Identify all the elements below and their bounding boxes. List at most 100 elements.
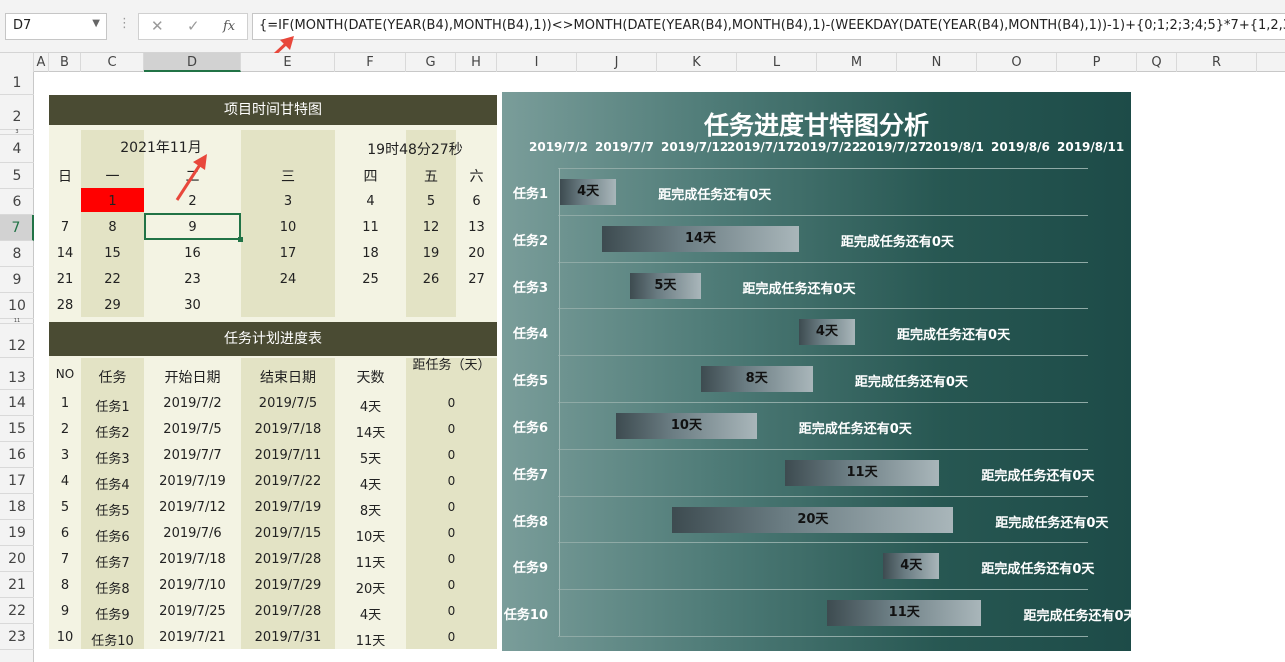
td-end[interactable]: 2019/7/31 (241, 630, 335, 645)
fill-handle[interactable] (238, 237, 243, 242)
cal-day[interactable]: 19 (406, 246, 456, 261)
cal-day[interactable]: 22 (81, 272, 144, 287)
cal-day[interactable]: 12 (406, 220, 456, 235)
td-start[interactable]: 2019/7/25 (144, 604, 241, 619)
cal-day[interactable]: 26 (406, 272, 456, 287)
td-no[interactable]: 4 (49, 474, 81, 489)
cal-day[interactable]: 3 (241, 194, 335, 209)
td-task[interactable]: 任务6 (81, 526, 144, 545)
td-start[interactable]: 2019/7/7 (144, 448, 241, 463)
td-days[interactable]: 4天 (335, 474, 406, 493)
td-start[interactable]: 2019/7/21 (144, 630, 241, 645)
td-task[interactable]: 任务2 (81, 422, 144, 441)
td-no[interactable]: 8 (49, 578, 81, 593)
td-days[interactable]: 10天 (335, 526, 406, 545)
gantt-bar[interactable]: 4天 (798, 319, 856, 346)
td-days[interactable]: 4天 (335, 396, 406, 415)
cal-day[interactable]: 8 (81, 220, 144, 235)
cal-day[interactable]: 28 (49, 298, 81, 313)
td-days[interactable]: 4天 (335, 604, 406, 623)
row-header-22[interactable]: 22 (0, 598, 34, 624)
td-task[interactable]: 任务10 (81, 630, 144, 649)
gantt-bar[interactable]: 11天 (784, 459, 940, 486)
td-start[interactable]: 2019/7/10 (144, 578, 241, 593)
row-header-13[interactable]: 13 (0, 358, 34, 390)
row-header-15[interactable]: 15 (0, 416, 34, 442)
cal-day[interactable]: 4 (335, 194, 406, 209)
row-header-4[interactable]: 4 (0, 135, 34, 163)
td-end[interactable]: 2019/7/28 (241, 604, 335, 619)
gantt-chart[interactable]: 任务进度甘特图分析 2019/7/2 2019/7/7 2019/7/12 2019/… (502, 92, 1137, 651)
td-remaining[interactable]: 0 (406, 448, 497, 462)
row-header-19[interactable]: 19 (0, 520, 34, 546)
row-header-6[interactable]: 6 (0, 189, 34, 215)
td-remaining[interactable]: 0 (406, 422, 497, 436)
col-header-l[interactable]: L (737, 53, 817, 72)
cal-day[interactable]: 10 (241, 220, 335, 235)
td-remaining[interactable]: 0 (406, 604, 497, 618)
cal-day[interactable]: 25 (335, 272, 406, 287)
row-header-17[interactable]: 17 (0, 468, 34, 494)
row-header-20[interactable]: 20 (0, 546, 34, 572)
td-start[interactable]: 2019/7/2 (144, 396, 241, 411)
td-end[interactable]: 2019/7/15 (241, 526, 335, 541)
enter-check-icon[interactable]: ✓ (187, 17, 200, 35)
row-header-14[interactable]: 14 (0, 390, 34, 416)
td-remaining[interactable]: 0 (406, 578, 497, 592)
td-task[interactable]: 任务5 (81, 500, 144, 519)
gantt-bar[interactable]: 14天 (602, 225, 799, 252)
col-header-f[interactable]: F (335, 53, 406, 72)
row-header-8[interactable]: 8 (0, 241, 34, 267)
row-header-21[interactable]: 21 (0, 572, 34, 598)
td-task[interactable]: 任务4 (81, 474, 144, 493)
cal-day[interactable]: 5 (406, 194, 456, 209)
cal-day[interactable]: 30 (144, 298, 241, 313)
row-header-1[interactable]: 1 (0, 72, 34, 95)
td-no[interactable]: 9 (49, 604, 81, 619)
col-header-b[interactable]: B (49, 53, 81, 72)
td-no[interactable]: 3 (49, 448, 81, 463)
td-task[interactable]: 任务7 (81, 552, 144, 571)
td-days[interactable]: 11天 (335, 630, 406, 649)
col-header-r[interactable]: R (1177, 53, 1257, 72)
td-task[interactable]: 任务8 (81, 578, 144, 597)
col-header-e[interactable]: E (241, 53, 335, 72)
td-days[interactable]: 5天 (335, 448, 406, 467)
cal-day[interactable]: 20 (456, 246, 497, 261)
cal-day[interactable]: 7 (49, 220, 81, 235)
chevron-down-icon[interactable]: ▼ (92, 18, 100, 29)
cal-day[interactable]: 18 (335, 246, 406, 261)
cal-day[interactable]: 17 (241, 246, 335, 261)
td-no[interactable]: 5 (49, 500, 81, 515)
row-header-7[interactable]: 7 (0, 215, 34, 241)
col-header-i[interactable]: I (497, 53, 577, 72)
col-header-j[interactable]: J (577, 53, 657, 72)
td-start[interactable]: 2019/7/18 (144, 552, 241, 567)
td-end[interactable]: 2019/7/18 (241, 422, 335, 437)
cal-day[interactable]: 6 (456, 194, 497, 209)
col-header-h[interactable]: H (456, 53, 497, 72)
td-no[interactable]: 1 (49, 396, 81, 411)
insert-function-icon[interactable]: fx (223, 19, 235, 34)
td-end[interactable]: 2019/7/29 (241, 578, 335, 593)
td-no[interactable]: 6 (49, 526, 81, 541)
row-header-2[interactable]: 2 (0, 95, 34, 130)
cal-day[interactable]: 14 (49, 246, 81, 261)
row-header-12[interactable]: 12 (0, 324, 34, 358)
td-remaining[interactable]: 0 (406, 500, 497, 514)
col-header-a[interactable]: A (34, 53, 49, 72)
cal-day[interactable]: 21 (49, 272, 81, 287)
col-header-n[interactable]: N (897, 53, 977, 72)
td-task[interactable]: 任务9 (81, 604, 144, 623)
td-end[interactable]: 2019/7/5 (241, 396, 335, 411)
td-no[interactable]: 7 (49, 552, 81, 567)
td-end[interactable]: 2019/7/11 (241, 448, 335, 463)
name-box[interactable]: D7 ▼ (5, 13, 107, 40)
cal-day[interactable]: 9 (144, 220, 241, 235)
col-header-c[interactable]: C (81, 53, 144, 72)
gantt-bar[interactable]: 5天 (630, 272, 701, 299)
col-header-k[interactable]: K (657, 53, 737, 72)
gantt-bar[interactable]: 4天 (560, 179, 617, 205)
td-start[interactable]: 2019/7/6 (144, 526, 241, 541)
cal-day[interactable]: 13 (456, 220, 497, 235)
